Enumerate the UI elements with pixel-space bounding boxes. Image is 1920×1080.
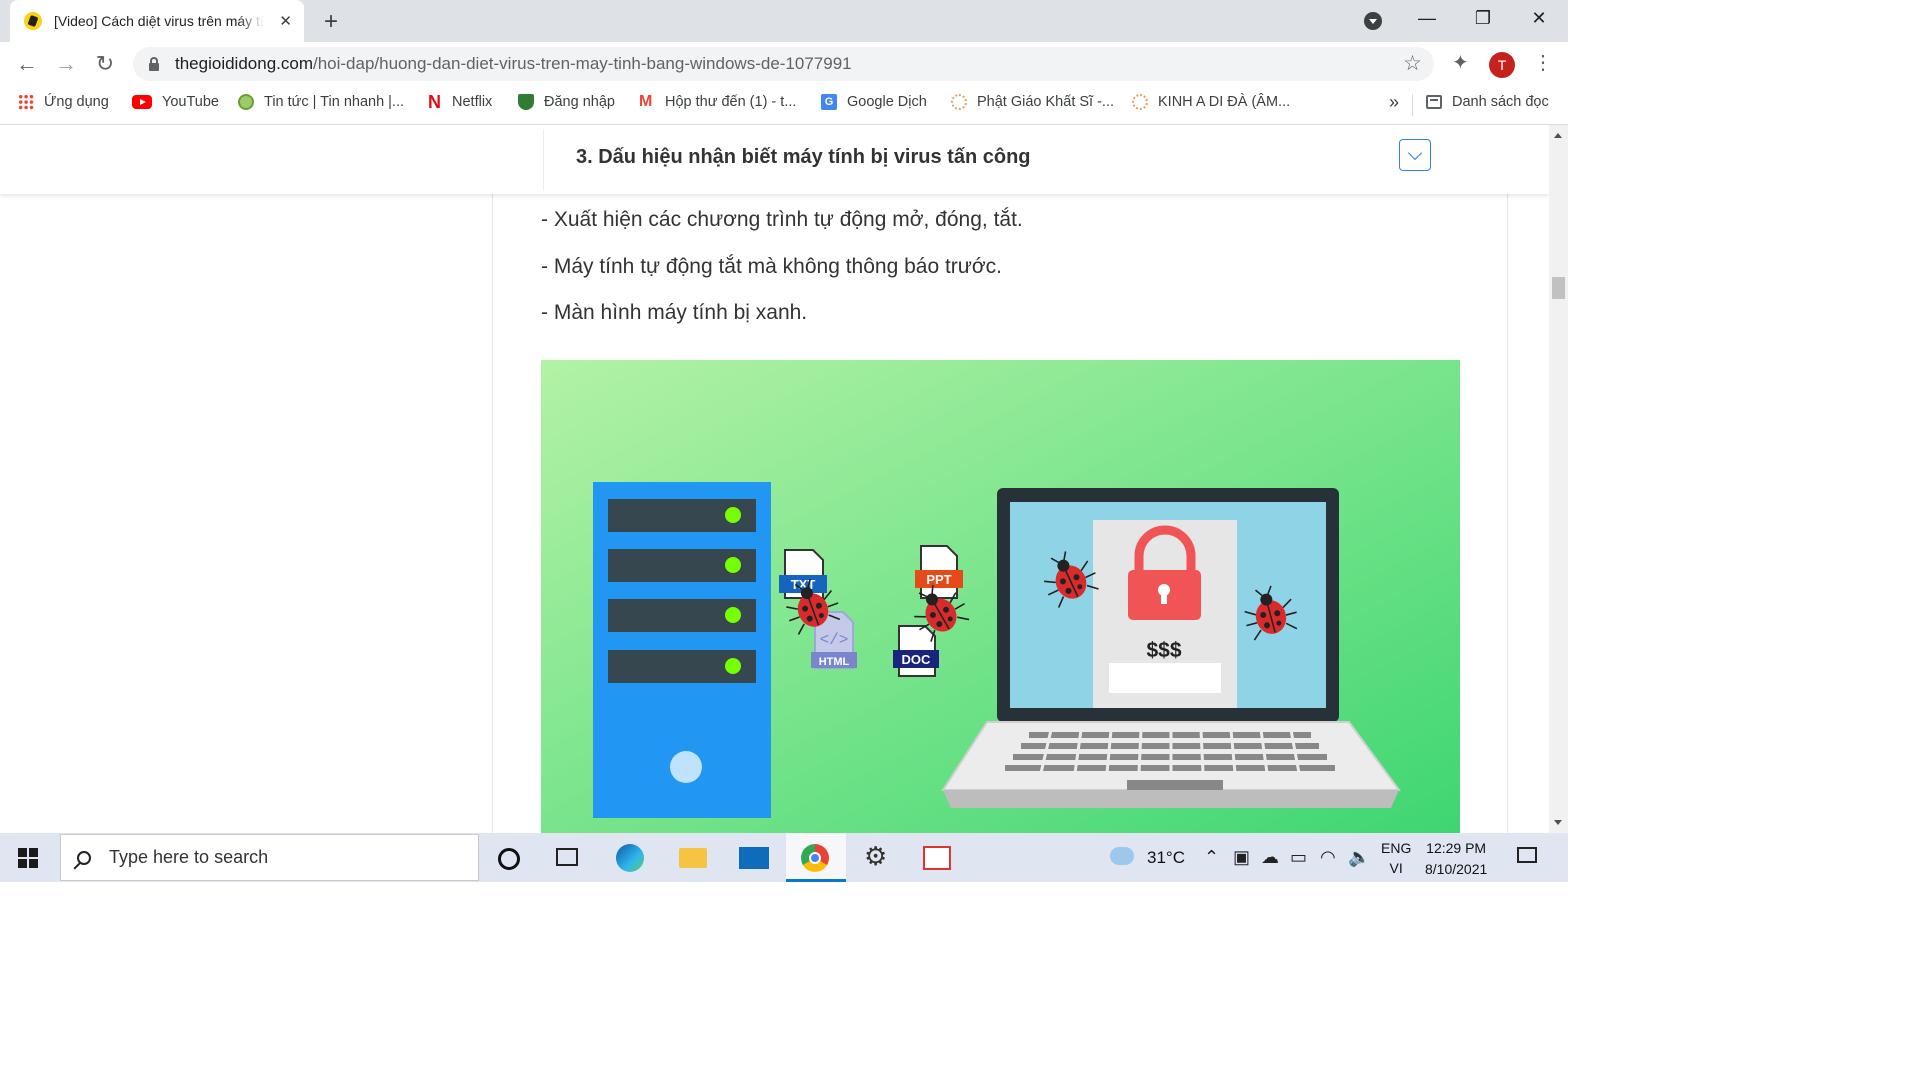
wifi-icon[interactable]: ◠ (1320, 847, 1336, 868)
extensions-puzzle-icon[interactable]: ✦ (1452, 50, 1469, 75)
new-tab-button[interactable]: + (318, 8, 344, 36)
svg-text:$$$: $$$ (1146, 639, 1181, 662)
svg-text:</>: </> (820, 631, 849, 649)
scroll-thumb[interactable] (1552, 277, 1565, 299)
doc-file-icon: DOC (893, 625, 939, 677)
windows-start-icon[interactable] (18, 848, 38, 868)
tab-strip: [Video] Cách diệt virus trên máy tính ✕ … (0, 0, 1568, 42)
tab-search-icon[interactable] (1364, 12, 1382, 30)
article-line: - Xuất hiện các chương trình tự động mở,… (541, 208, 1023, 231)
toc-current-heading[interactable]: 3. Dấu hiệu nhận biết máy tính bị virus … (576, 146, 1031, 169)
file-explorer-icon[interactable] (679, 848, 707, 868)
bookmarks-bar: Ứng dụng YouTube Tin tức | Tin nhanh |..… (0, 86, 1568, 125)
svg-text:PPT: PPT (926, 572, 951, 587)
notification-center-icon[interactable] (1517, 847, 1537, 863)
taskbar-search-placeholder: Type here to search (109, 847, 269, 867)
reload-icon[interactable]: ↻ (90, 51, 120, 77)
tray-chevron-up-icon[interactable]: ⌃ (1204, 847, 1219, 868)
tab-close-icon[interactable]: ✕ (279, 12, 292, 30)
scroll-down-arrow-icon[interactable] (1554, 820, 1562, 825)
temperature-readout[interactable]: 31°C (1147, 848, 1185, 868)
toc-expand-chevron-icon[interactable] (1399, 139, 1431, 171)
volume-icon[interactable]: 🔈 (1348, 847, 1370, 868)
reading-list-icon (1426, 95, 1442, 109)
windows-taskbar: Type here to search ⚙ 31°C ⌃ ▣ ☁ ▭ ◠ 🔈 E… (0, 833, 1568, 882)
minimize-button[interactable]: — (1412, 8, 1442, 29)
bookmark-login[interactable]: Đăng nhập (518, 94, 615, 110)
bookmark-google-translate[interactable]: G Google Dịch (821, 94, 927, 110)
bookmark-news[interactable]: Tin tức | Tin nhanh |... (238, 94, 404, 110)
bookmarks-divider (1412, 94, 1413, 116)
page-scrollbar[interactable] (1549, 125, 1568, 833)
profile-avatar[interactable]: T (1489, 52, 1515, 78)
server-tower (593, 482, 771, 818)
browser-toolbar: ← → ↻ thegioididong.com/hoi-dap/huong-da… (0, 42, 1568, 86)
sun-icon (951, 94, 967, 110)
weather-icon[interactable] (1110, 847, 1134, 865)
chrome-icon[interactable] (801, 844, 829, 872)
task-view-icon[interactable] (556, 848, 578, 866)
address-bar[interactable]: thegioididong.com/hoi-dap/huong-dan-diet… (133, 47, 1434, 81)
app-icon[interactable] (923, 846, 951, 870)
meet-now-icon[interactable]: ▣ (1233, 847, 1250, 868)
bookmark-gmail[interactable]: M Hộp thư đến (1) - t... (639, 93, 796, 111)
search-icon (77, 850, 91, 865)
bookmark-star-icon[interactable]: ☆ (1403, 51, 1422, 76)
news-icon (238, 94, 254, 110)
bookmark-kinh-a-di-da[interactable]: KINH A DI ĐÀ (ÂM... (1132, 94, 1290, 110)
article-line: - Máy tính tự động tắt mà không thông bá… (541, 255, 1002, 278)
gmail-icon: M (639, 93, 653, 110)
article-line: - Màn hình máy tính bị xanh. (541, 301, 808, 324)
bookmark-phat-giao[interactable]: Phật Giáo Khất Sĩ -... (951, 94, 1114, 110)
forward-arrow-icon[interactable]: → (51, 51, 81, 77)
reading-list-button[interactable]: Danh sách đọc (1426, 94, 1549, 110)
apps-grid-icon (18, 94, 34, 110)
bookmark-youtube[interactable]: YouTube (132, 94, 219, 110)
toc-divider (543, 129, 544, 191)
sticky-toc-bar: 3. Dấu hiệu nhận biết máy tính bị virus … (0, 125, 1549, 194)
tab-title: [Video] Cách diệt virus trên máy tính (54, 13, 264, 29)
laptop: $$$ (941, 488, 1401, 808)
url-text[interactable]: thegioididong.com/hoi-dap/huong-dan-diet… (175, 54, 852, 74)
taskbar-search-box[interactable]: Type here to search (60, 834, 479, 881)
svg-text:HTML: HTML (819, 656, 850, 668)
close-window-button[interactable]: ✕ (1524, 8, 1554, 29)
netflix-icon: N (428, 92, 441, 112)
language-indicator[interactable]: ENG VI (1381, 838, 1411, 878)
browser-tab[interactable]: [Video] Cách diệt virus trên máy tính ✕ (10, 0, 304, 42)
shield-icon (518, 94, 534, 110)
onedrive-cloud-icon[interactable]: ☁ (1261, 847, 1279, 868)
ppt-file-icon: PPT (915, 545, 963, 599)
youtube-icon (132, 95, 152, 109)
kebab-menu-icon[interactable]: ⋮ (1533, 50, 1553, 75)
google-translate-icon: G (821, 94, 837, 110)
svg-text:DOC: DOC (902, 652, 932, 667)
battery-icon[interactable]: ▭ (1290, 847, 1307, 868)
bookmark-apps[interactable]: Ứng dụng (18, 94, 109, 110)
virus-illustration: TXT </> HTML PPT DOC $$$ (541, 360, 1460, 833)
back-arrow-icon[interactable]: ← (12, 51, 42, 77)
system-clock[interactable]: 12:29 PM 8/10/2021 (1425, 838, 1487, 880)
bookmarks-overflow-button[interactable]: » (1389, 92, 1399, 113)
cortana-icon[interactable] (498, 848, 520, 870)
mail-icon[interactable] (739, 847, 769, 869)
bookmark-netflix[interactable]: N Netflix (428, 92, 492, 112)
settings-gear-icon[interactable]: ⚙ (864, 841, 892, 871)
maximize-button[interactable]: ❐ (1468, 8, 1498, 29)
sun-icon (1132, 94, 1148, 110)
edge-browser-icon[interactable] (616, 844, 644, 872)
scroll-up-arrow-icon[interactable] (1554, 133, 1562, 138)
site-favicon-icon (24, 12, 42, 30)
lock-icon[interactable] (149, 56, 159, 71)
page-viewport: 3. Dấu hiệu nhận biết máy tính bị virus … (0, 125, 1549, 833)
